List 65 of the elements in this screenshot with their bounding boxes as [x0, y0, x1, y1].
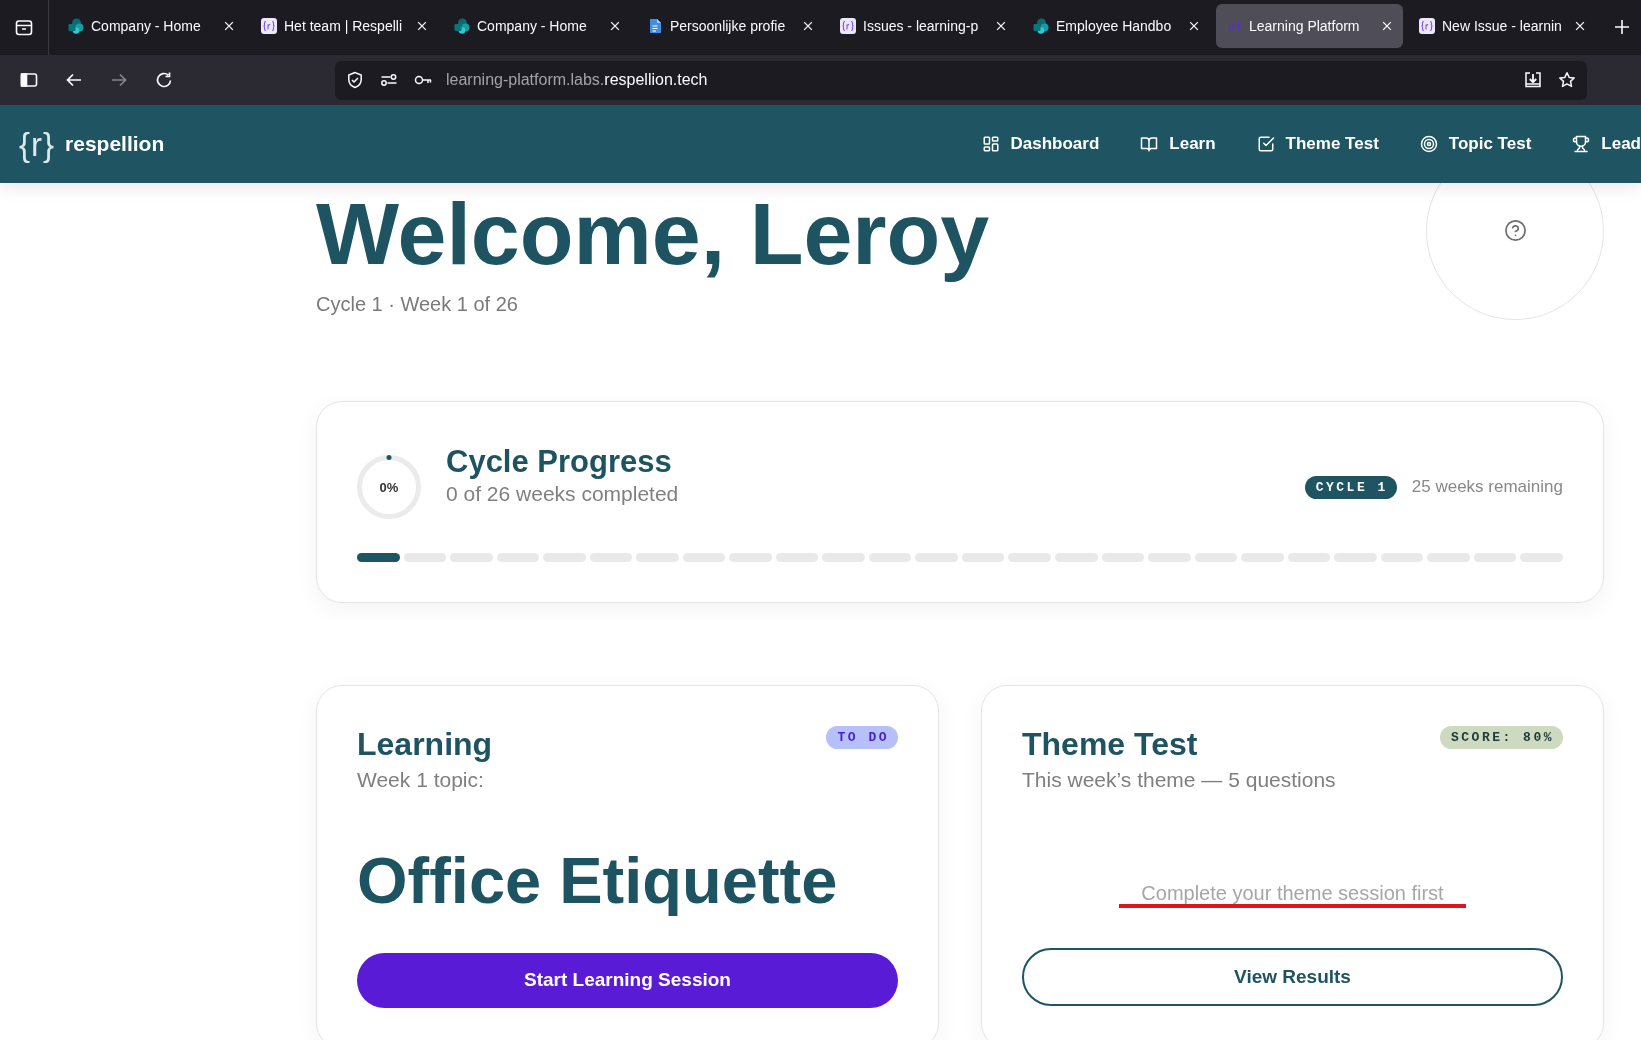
browser-tab[interactable]: Learning Platform	[1216, 4, 1403, 48]
view-results-button[interactable]: View Results	[1022, 948, 1563, 1006]
close-icon[interactable]	[416, 20, 428, 32]
browser-tab[interactable]: Het team | Respelli	[251, 4, 438, 48]
close-icon[interactable]	[609, 20, 621, 32]
browser-tab[interactable]: Company - Home	[58, 4, 245, 48]
card-title: Cycle Progress	[446, 443, 673, 480]
card-subtitle: Week 1 topic:	[357, 767, 485, 793]
notice-text: Complete your theme session first	[1140, 882, 1445, 904]
reload-icon[interactable]	[155, 71, 173, 89]
nav-link[interactable]: Topic Test	[1419, 134, 1532, 154]
target-icon	[1419, 135, 1438, 153]
brand-name: respellion	[65, 132, 165, 156]
sliders-icon[interactable]	[380, 71, 398, 89]
start-session-button[interactable]: Start Learning Session	[357, 952, 898, 1008]
dashboard-grid-icon	[981, 135, 1000, 153]
browser-tab[interactable]: Company - Home	[444, 4, 631, 48]
progress-percent: 0%	[379, 479, 399, 495]
close-icon[interactable]	[1188, 20, 1200, 32]
shield-icon[interactable]	[346, 71, 364, 89]
card-title: Learning	[357, 726, 493, 763]
brace-logo-icon	[840, 18, 856, 34]
circle-cluster-icon	[1033, 18, 1049, 34]
brace-logo-icon	[1226, 18, 1242, 34]
status-badge: TO DO	[826, 726, 898, 749]
nav-link[interactable]: Theme Test	[1256, 134, 1379, 154]
checkbox-tick-icon	[1256, 135, 1275, 153]
brace-logo-icon	[261, 18, 277, 34]
url-text: learning-platform.labs.respellion.tech	[446, 71, 708, 89]
star-icon[interactable]	[1558, 71, 1576, 89]
help-icon	[1503, 219, 1527, 242]
close-icon[interactable]	[1381, 20, 1393, 32]
cycle-week-text: Cycle 1 · Week 1 of 26	[316, 291, 519, 317]
card-subtitle: 0 of 26 weeks completed	[446, 481, 679, 507]
circle-cluster-icon	[68, 18, 84, 34]
cycle-badge: CYCLE 1	[1304, 475, 1397, 499]
close-icon[interactable]	[802, 20, 814, 32]
topic-title: Office Etiquette	[357, 845, 839, 917]
card-subtitle: This week’s theme — 5 questions	[1022, 767, 1336, 793]
close-icon[interactable]	[995, 20, 1007, 32]
download-icon[interactable]	[1524, 71, 1542, 89]
sidebar-icon[interactable]	[20, 71, 38, 89]
book-icon	[1140, 135, 1159, 153]
back-icon[interactable]	[65, 71, 83, 89]
score-badge: SCORE: 80%	[1440, 726, 1563, 749]
nav-link[interactable]: Dashboard	[981, 134, 1100, 154]
browser-tab[interactable]: Employee Handbo	[1023, 4, 1210, 48]
close-icon[interactable]	[223, 20, 235, 32]
document-icon	[647, 18, 663, 34]
logo-mark: {r}	[19, 127, 56, 161]
brace-logo-icon	[1419, 18, 1435, 34]
address-bar[interactable]: learning-platform.labs.respellion.tech	[335, 60, 1587, 100]
nav-link[interactable]: Lead	[1572, 134, 1641, 154]
browser-tab[interactable]: Persoonlijke profie	[637, 4, 824, 48]
box-icon[interactable]	[15, 18, 33, 37]
nav-link[interactable]: Learn	[1140, 134, 1216, 154]
trophy-icon	[1572, 135, 1591, 153]
new-tab-icon[interactable]	[1614, 19, 1630, 35]
card-title: Theme Test	[1022, 726, 1199, 763]
browser-tab[interactable]: Issues - learning-p	[830, 4, 1017, 48]
circle-cluster-icon	[454, 18, 470, 34]
browser-tab[interactable]: New Issue - learnin	[1409, 4, 1596, 48]
weeks-remaining-text: 25 weeks remaining	[1411, 477, 1563, 497]
page-heading: Welcome, Leroy	[316, 186, 990, 283]
close-icon[interactable]	[1574, 20, 1586, 32]
